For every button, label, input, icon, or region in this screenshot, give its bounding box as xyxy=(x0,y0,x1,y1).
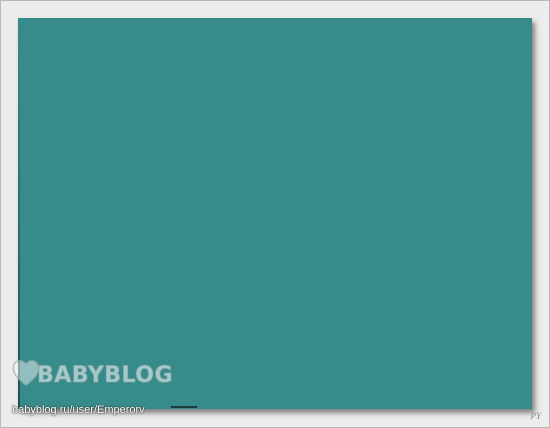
watermark-url: babyblog.ru/user/Emperorv xyxy=(12,404,145,416)
panel-left-edge xyxy=(18,18,20,409)
panel-bottom-mark xyxy=(171,406,197,408)
babyblog-watermark: BABYBLOG xyxy=(11,355,173,389)
heart-icon xyxy=(11,355,41,389)
teal-panel xyxy=(18,18,532,409)
image-frame: BABYBLOG babyblog.ru/user/Emperorv PY xyxy=(0,0,550,428)
corner-initials: PY xyxy=(530,411,541,421)
watermark-logo-text: BABYBLOG xyxy=(36,362,174,388)
